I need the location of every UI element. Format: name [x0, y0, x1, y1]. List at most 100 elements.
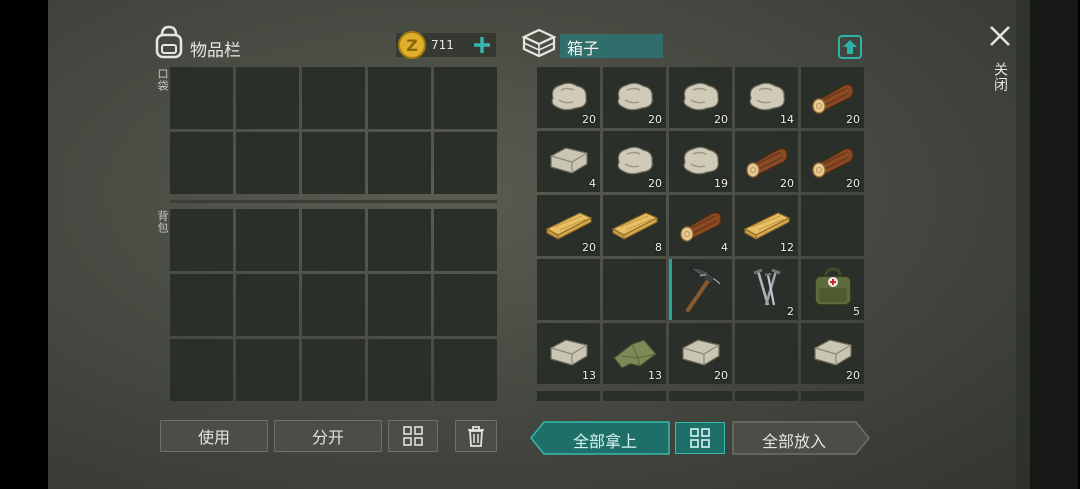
- backpack-grid: [170, 209, 497, 401]
- pocket-slot[interactable]: [434, 67, 497, 129]
- container-slot-stone[interactable]: 20: [669, 67, 732, 128]
- container-slot-nails[interactable]: 2: [735, 259, 798, 320]
- backpack-slot[interactable]: [170, 274, 233, 336]
- container-slot-log[interactable]: 4: [669, 195, 732, 256]
- item-count: 20: [582, 241, 596, 254]
- close-icon: [990, 26, 1010, 46]
- take-all-label: 全部拿上: [572, 432, 637, 451]
- item-count: 13: [582, 369, 596, 382]
- container-slot[interactable]: [603, 391, 666, 401]
- container-slot-empty[interactable]: [537, 259, 600, 320]
- container-slot-pickaxe[interactable]: [669, 259, 732, 320]
- split-button[interactable]: 分开: [274, 420, 382, 452]
- item-count: 20: [780, 177, 794, 190]
- close-button[interactable]: [986, 22, 1014, 50]
- backpack-slot[interactable]: [434, 209, 497, 271]
- close-label[interactable]: 关闭: [990, 62, 1010, 92]
- container-grid: 20 20 20 14 20 4 20 19 20 20 20 8 4 12 2 5 13 13 20 20: [537, 67, 864, 384]
- container-slot[interactable]: [801, 391, 864, 401]
- take-all-button[interactable]: 全部拿上: [530, 421, 670, 455]
- delete-button[interactable]: [455, 420, 497, 452]
- container-slot-log[interactable]: 20: [801, 131, 864, 192]
- item-count: 5: [853, 305, 860, 318]
- pocket-slot[interactable]: [236, 132, 299, 194]
- backpack-slot[interactable]: [236, 339, 299, 401]
- item-count: 20: [846, 369, 860, 382]
- container-slot[interactable]: [735, 391, 798, 401]
- container-slot-plank[interactable]: 20: [537, 195, 600, 256]
- backpack-slot[interactable]: [170, 339, 233, 401]
- selected-slot-marker: [669, 259, 672, 320]
- upload-button[interactable]: [837, 34, 863, 60]
- pocket-slot[interactable]: [434, 132, 497, 194]
- pocket-slot[interactable]: [236, 67, 299, 129]
- backpack-slot[interactable]: [302, 339, 365, 401]
- item-count: 8: [655, 241, 662, 254]
- backpack-slot[interactable]: [434, 274, 497, 336]
- item-count: 4: [589, 177, 596, 190]
- container-name-field[interactable]: 箱子: [560, 34, 663, 58]
- container-slot-limestone[interactable]: 20: [801, 323, 864, 384]
- pocket-slot[interactable]: [302, 132, 365, 194]
- item-count: 2: [787, 305, 794, 318]
- sort-container-button[interactable]: [675, 422, 725, 454]
- item-count: 20: [648, 113, 662, 126]
- container-slot-limestone[interactable]: 4: [537, 131, 600, 192]
- plus-icon: [474, 37, 490, 53]
- container-slot-log[interactable]: 20: [735, 131, 798, 192]
- upload-icon: [838, 35, 862, 59]
- backpack-slot[interactable]: [368, 339, 431, 401]
- container-slot-medkit-bag[interactable]: 5: [801, 259, 864, 320]
- item-count: 20: [582, 113, 596, 126]
- container-slot-plank[interactable]: 12: [735, 195, 798, 256]
- container-slot[interactable]: [669, 391, 732, 401]
- container-slot-limestone[interactable]: 13: [537, 323, 600, 384]
- item-count: 12: [780, 241, 794, 254]
- container-slot-plank[interactable]: 8: [603, 195, 666, 256]
- backpack-slot[interactable]: [302, 209, 365, 271]
- pocket-slot[interactable]: [170, 132, 233, 194]
- container-slot[interactable]: [537, 391, 600, 401]
- backpack-slot[interactable]: [236, 274, 299, 336]
- container-slot-stone[interactable]: 20: [603, 67, 666, 128]
- backpack-slot[interactable]: [368, 274, 431, 336]
- container-slot-empty[interactable]: [801, 195, 864, 256]
- item-count: 14: [780, 113, 794, 126]
- svg-text:Z: Z: [406, 36, 418, 55]
- trash-icon: [468, 426, 484, 447]
- pocket-slot[interactable]: [170, 67, 233, 129]
- container-slot-log[interactable]: 20: [801, 67, 864, 128]
- item-count: 20: [714, 369, 728, 382]
- backpack-slot[interactable]: [368, 209, 431, 271]
- container-slot-stone[interactable]: 19: [669, 131, 732, 192]
- put-all-button[interactable]: 全部放入: [732, 421, 870, 455]
- container-grid-next-row: [537, 391, 864, 401]
- backpack-slot[interactable]: [170, 209, 233, 271]
- right-panel: [1016, 0, 1078, 489]
- item-count: 19: [714, 177, 728, 190]
- coin-icon: Z: [398, 31, 426, 59]
- pocket-slot[interactable]: [368, 132, 431, 194]
- backpack-slot[interactable]: [236, 209, 299, 271]
- item-count: 20: [846, 177, 860, 190]
- use-button[interactable]: 使用: [160, 420, 268, 452]
- item-count: 4: [721, 241, 728, 254]
- container-slot-stone[interactable]: 14: [735, 67, 798, 128]
- add-coins-button[interactable]: [470, 33, 494, 57]
- container-slot-limestone[interactable]: 20: [669, 323, 732, 384]
- sort-inventory-button[interactable]: [388, 420, 438, 452]
- grid-sort-icon: [403, 426, 423, 446]
- container-slot-empty[interactable]: [603, 259, 666, 320]
- pocket-slot[interactable]: [302, 67, 365, 129]
- game-screen: 物品栏 Z 711 口袋 背包 使用 分开 箱子 20 20 20 14 20 …: [48, 0, 1078, 489]
- container-name: 箱子: [567, 39, 600, 58]
- container-slot-cloth[interactable]: 13: [603, 323, 666, 384]
- backpack-label: 背包: [156, 210, 169, 234]
- item-count: 20: [714, 113, 728, 126]
- backpack-slot[interactable]: [434, 339, 497, 401]
- container-slot-stone[interactable]: 20: [537, 67, 600, 128]
- container-slot-empty[interactable]: [735, 323, 798, 384]
- backpack-slot[interactable]: [302, 274, 365, 336]
- pocket-slot[interactable]: [368, 67, 431, 129]
- container-slot-stone[interactable]: 20: [603, 131, 666, 192]
